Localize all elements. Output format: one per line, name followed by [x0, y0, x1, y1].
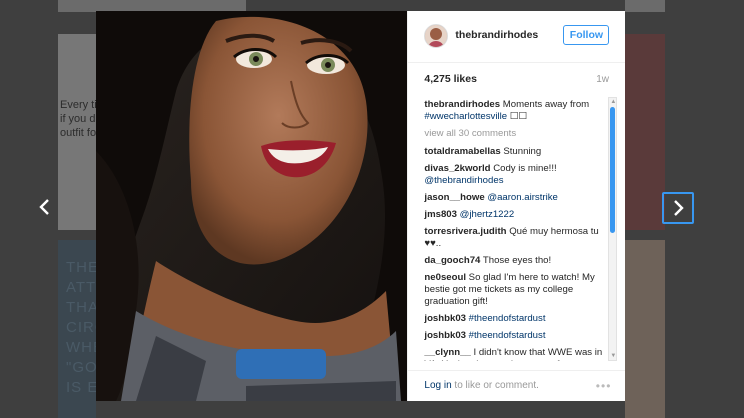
- caption-username[interactable]: thebrandirhodes: [424, 99, 500, 110]
- comment-mention[interactable]: @aaron.airstrike: [487, 192, 558, 203]
- more-options-icon[interactable]: •••: [596, 379, 612, 393]
- comment-username[interactable]: joshbk03: [424, 330, 466, 341]
- comment-item: torresrivera.judith Qué muy hermosa tu ♥…: [424, 226, 614, 250]
- background-tile: [625, 34, 665, 230]
- comment-mention[interactable]: @thebrandirhodes: [424, 175, 503, 186]
- comment-username[interactable]: jason__howe: [424, 192, 484, 203]
- comment-text: Those eyes tho!: [482, 255, 552, 266]
- likes-count[interactable]: 4,275 likes: [424, 73, 477, 85]
- comment-item: jms803 @jhertz1222: [424, 209, 614, 221]
- post-username[interactable]: thebrandirhodes: [455, 29, 538, 41]
- chevron-right-icon: [674, 200, 684, 216]
- comment-username[interactable]: torresrivera.judith: [424, 226, 506, 237]
- comment-mention[interactable]: @jhertz1222: [460, 209, 515, 220]
- comment-hashtag[interactable]: #theendofstardust: [469, 330, 546, 341]
- post-header: thebrandirhodes Follow: [408, 11, 626, 63]
- background-caption: Every tin if you die outfit fo: [60, 98, 96, 140]
- comment-username[interactable]: da_gooch74: [424, 255, 480, 266]
- comment-username[interactable]: __clynn__: [424, 347, 470, 358]
- login-prompt-text: to like or comment.: [451, 380, 539, 391]
- background-quote-line: "GOO: [66, 359, 96, 376]
- selfie-image: [96, 11, 408, 401]
- post-modal: thebrandirhodes Follow 4,275 likes 1w th…: [96, 11, 626, 401]
- next-post-button[interactable]: [662, 192, 694, 224]
- comment-item: da_gooch74 Those eyes tho!: [424, 255, 614, 267]
- caption-hashtag[interactable]: #wwecharlottesville: [424, 111, 507, 122]
- comment-text: Cody is mine!!!: [493, 163, 557, 174]
- comment-item: joshbk03 #theendofstardust: [424, 330, 614, 342]
- scrollbar-thumb[interactable]: [610, 107, 616, 233]
- comment-username[interactable]: joshbk03: [424, 313, 466, 324]
- previous-post-button[interactable]: [31, 193, 59, 221]
- follow-button[interactable]: Follow: [563, 25, 610, 45]
- background-quote-line: THAN: [66, 299, 96, 316]
- background-quote-line: CIRC: [66, 319, 96, 336]
- background-tile: [625, 0, 665, 12]
- comment-username[interactable]: totaldramabellas: [424, 146, 500, 157]
- login-link[interactable]: Log in: [424, 380, 451, 391]
- background-quote-line: ATT: [66, 279, 96, 296]
- comment-username[interactable]: ne0seoul: [424, 272, 466, 283]
- comment-item: jason__howe @aaron.airstrike: [424, 192, 614, 204]
- background-caption-line: Every tin: [60, 99, 96, 111]
- comment-item: totaldramabellas Stunning: [424, 146, 614, 158]
- avatar[interactable]: [424, 24, 449, 48]
- post-caption: thebrandirhodes Moments away from #wwech…: [424, 99, 614, 123]
- comment-hashtag[interactable]: #theendofstardust: [469, 313, 546, 324]
- caption-text: Moments away from: [502, 99, 590, 110]
- comment-item: ne0seoul So glad I'm here to watch! My b…: [424, 272, 614, 308]
- post-footer: Log in to like or comment. •••: [408, 370, 626, 401]
- scroll-up-icon[interactable]: ▲: [610, 99, 616, 105]
- caption-suffix: ☐☐: [509, 111, 527, 122]
- comments-scrollbar[interactable]: ▲ ▼: [608, 97, 618, 361]
- comment-item: joshbk03 #theendofstardust: [424, 313, 614, 325]
- login-prompt: Log in to like or comment.: [424, 380, 539, 391]
- comment-item: __clynn__ I didn't know that WWE was in …: [424, 347, 614, 361]
- background-quote-line: WHE: [66, 339, 96, 356]
- background-quote-text: THE ATT THAN CIRC WHE "GOO IS EN: [66, 258, 96, 398]
- background-caption-line: outfit fo: [60, 127, 96, 139]
- comments-list: thebrandirhodes Moments away from #wwech…: [424, 99, 614, 361]
- scroll-down-icon[interactable]: ▼: [610, 353, 616, 359]
- view-all-comments-link[interactable]: view all 30 comments: [424, 128, 614, 140]
- post-details-panel: thebrandirhodes Follow 4,275 likes 1w th…: [407, 11, 626, 401]
- comment-text: Stunning: [503, 146, 542, 157]
- avatar-image: [425, 25, 448, 47]
- background-caption-line: if you die: [60, 113, 96, 125]
- comment-username[interactable]: divas_2kworld: [424, 163, 490, 174]
- post-photo[interactable]: [96, 11, 408, 401]
- background-quote-line: THE: [66, 259, 96, 276]
- comment-item: divas_2kworld Cody is mine!!! @thebrandi…: [424, 163, 614, 187]
- background-tile: [625, 240, 665, 418]
- post-age[interactable]: 1w: [596, 74, 609, 85]
- background-quote-line: IS EN: [66, 379, 96, 396]
- chevron-left-icon: [39, 199, 49, 215]
- comment-username[interactable]: jms803: [424, 209, 457, 220]
